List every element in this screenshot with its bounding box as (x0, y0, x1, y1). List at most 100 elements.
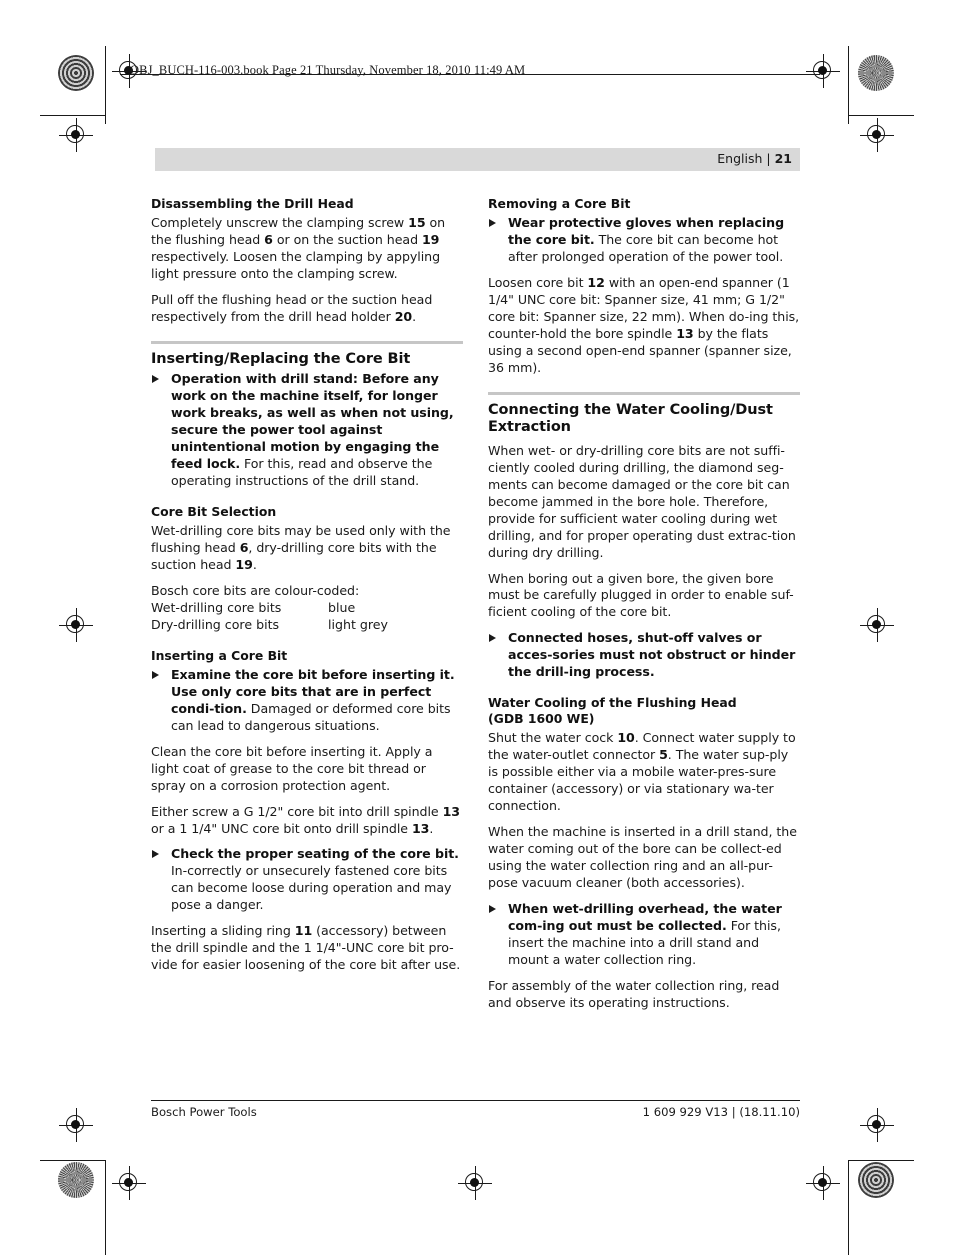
part-ref-13: 13 (411, 820, 430, 836)
registration-mark-right-lower (860, 1108, 894, 1142)
right-column: Removing a Core Bit Wear protective glov… (488, 196, 800, 1020)
heading-inserting-replacing-core-bit: Inserting/Replacing the Core Bit (151, 350, 411, 367)
document-page: OBJ_BUCH-116-003.book Page 21 Thursday, … (0, 0, 954, 1255)
print-color-patch-bottom-left (58, 1162, 94, 1198)
trim-line-left-vertical (105, 46, 106, 124)
paragraph-when-boring-out: When boring out a given bore, the given … (488, 570, 794, 620)
bullet-bold-lead: Check the proper seating of the core bit… (171, 846, 459, 862)
bullet-rest: In-correctly or unsecurely fastened core… (171, 863, 452, 913)
registration-mark-top-right (806, 54, 840, 88)
paragraph-loosen-core-bit: Loosen core bit 12 with an open-end span… (488, 275, 800, 377)
left-column: Disassembling the Drill Head Completely … (151, 196, 463, 983)
bullet-wet-drilling-overhead: When wet-drilling overhead, the water co… (488, 901, 800, 969)
triangle-bullet-icon (152, 850, 159, 859)
part-ref-13: 13 (676, 325, 694, 341)
triangle-bullet-icon (489, 219, 496, 228)
trim-line-top-left-horizontal (40, 115, 105, 116)
trim-line-left-vertical-bottom (105, 1160, 106, 1255)
bullet-connected-hoses: Connected hoses, shut-off valves or acce… (488, 630, 800, 681)
section-divider-rule (151, 340, 463, 344)
bullet-bold-lead: Connected hoses, shut-off valves or acce… (508, 630, 796, 680)
text-run: Inserting a sliding ring (151, 923, 295, 939)
bullet-text: Wear protective gloves when replacing th… (508, 215, 800, 266)
print-color-patch-top-right (858, 55, 894, 91)
registration-mark-right-upper (860, 118, 894, 152)
triangle-bullet-icon (489, 904, 496, 913)
paragraph-when-wet-or-dry-drilling: When wet- or dry-drilling core bits are … (488, 442, 796, 560)
triangle-bullet-icon (152, 375, 159, 384)
heading-line-2: (GDB 1600 WE) (488, 711, 595, 727)
running-header-text: English | 21 (717, 151, 792, 166)
registration-mark-left-middle (59, 608, 93, 642)
footer-row: Bosch Power Tools 1 609 929 V13 | (18.11… (151, 1105, 800, 1121)
page-number: 21 (774, 151, 792, 166)
trim-line-top-right-horizontal (849, 115, 914, 116)
paragraph-pull-off-flushing-head: Pull off the flushing head or the suctio… (151, 292, 463, 326)
heading-connecting-water-cooling-dust-extraction: Connecting the Water Cooling/Dust Extrac… (488, 401, 773, 436)
part-ref-12: 12 (587, 274, 605, 290)
running-header-separator: | (766, 151, 771, 166)
heading-disassembling-drill-head: Disassembling the Drill Head (151, 196, 354, 211)
text-run: respectively. Loosen the clamping by app… (151, 249, 441, 281)
footer-rule (151, 1100, 800, 1101)
text-run: Pull off the flushing head or the suctio… (151, 291, 433, 324)
paragraph-sliding-ring: Inserting a sliding ring 11 (accessory) … (151, 923, 463, 974)
part-ref-13: 13 (442, 803, 461, 819)
heading-core-bit-selection: Core Bit Selection (151, 504, 277, 519)
bullet-text: Check the proper seating of the core bit… (171, 846, 463, 914)
running-header-language: English (717, 151, 763, 166)
text-run: . (429, 820, 434, 836)
part-ref-5: 5 (659, 747, 668, 763)
print-color-patch-bottom-right (858, 1162, 894, 1198)
bullet-operation-with-drill-stand: Operation with drill stand: Before any w… (151, 371, 463, 490)
part-ref-20: 20 (394, 308, 413, 324)
part-ref-10: 10 (617, 730, 635, 746)
colour-row-colour: light grey (328, 616, 389, 632)
part-ref-15: 15 (408, 215, 426, 231)
bullet-examine-core-bit: Examine the core bit before inserting it… (151, 667, 463, 735)
paragraph-either-screw: Either screw a G 1/2" core bit into dril… (151, 804, 463, 838)
text-run: Either screw a G 1/2" core bit into dril… (151, 803, 443, 819)
part-ref-19: 19 (421, 232, 440, 248)
trim-line-bottom-left-horizontal (40, 1160, 105, 1161)
text-run: Loosen core bit (488, 274, 588, 290)
text-run: . (252, 557, 257, 572)
paragraph-clean-core-bit: Clean the core bit before inserting it. … (151, 743, 433, 793)
trim-line-right-vertical (848, 46, 849, 124)
table-row: Dry-drilling core bits light grey (151, 617, 463, 634)
paragraph-machine-inserted-drill-stand: When the machine is inserted in a drill … (488, 824, 797, 890)
colour-row-type: Dry-drilling core bits (151, 616, 280, 632)
triangle-bullet-icon (489, 634, 496, 643)
trim-line-right-vertical-bottom (848, 1160, 849, 1255)
bullet-wear-protective-gloves: Wear protective gloves when replacing th… (488, 215, 800, 266)
footer-left-text: Bosch Power Tools (151, 1105, 257, 1119)
triangle-bullet-icon (152, 671, 159, 679)
bullet-text: When wet-drilling overhead, the water co… (508, 901, 800, 969)
part-ref-11: 11 (294, 923, 313, 939)
registration-mark-bottom-right (806, 1166, 840, 1200)
registration-mark-right-middle (860, 608, 894, 642)
paragraph-assembly-water-collection-ring: For assembly of the water collection rin… (488, 977, 780, 1010)
bullet-text: Operation with drill stand: Before any w… (171, 371, 463, 490)
text-run: or on the suction head (272, 232, 422, 248)
heading-inserting-a-core-bit: Inserting a Core Bit (151, 647, 288, 663)
registration-mark-bottom-center (458, 1166, 492, 1200)
text-run: or a 1 1/4" UNC core bit onto drill spin… (151, 820, 412, 836)
print-color-patch-top-left (58, 55, 94, 91)
file-info-line: OBJ_BUCH-116-003.book Page 21 Thursday, … (130, 63, 526, 77)
heading-water-cooling-flushing-head: Water Cooling of the Flushing Head (GDB … (488, 695, 800, 727)
part-ref-19: 19 (235, 557, 253, 572)
text-run: . (412, 308, 417, 324)
table-row: Wet-drilling core bits blue (151, 600, 463, 617)
part-ref-6: 6 (264, 232, 273, 248)
paragraph-wet-drilling-core-bits: Wet-drilling core bits may be used only … (151, 523, 463, 574)
heading-line-1: Water Cooling of the Flushing Head (488, 695, 737, 711)
colour-code-table: Wet-drilling core bits blue Dry-drilling… (151, 600, 463, 634)
running-header-bar: English | 21 (155, 148, 800, 171)
bullet-check-proper-seating: Check the proper seating of the core bit… (151, 846, 463, 914)
paragraph-shut-water-cock: Shut the water cock 10. Connect water su… (488, 730, 800, 815)
page-footer: Bosch Power Tools 1 609 929 V13 | (18.11… (151, 1100, 800, 1121)
text-run: Shut the water cock (488, 730, 618, 746)
colour-row-colour: blue (328, 599, 356, 615)
registration-mark-left-lower (59, 1108, 93, 1142)
